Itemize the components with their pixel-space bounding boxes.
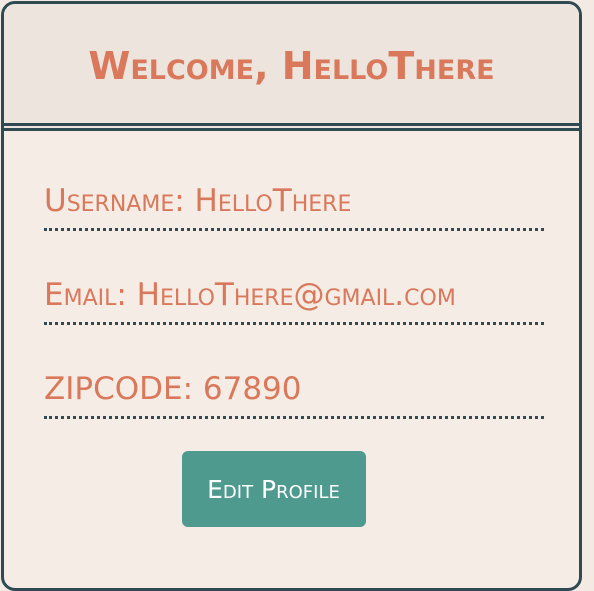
username-field: Username: HelloThere	[44, 181, 544, 231]
email-field: Email: HelloThere@gmail.com	[44, 275, 544, 325]
page-title: Welcome, HelloThere	[88, 43, 495, 88]
profile-details: Username: HelloThere Email: HelloThere@g…	[4, 181, 579, 527]
profile-card: Welcome, HelloThere Username: HelloThere…	[1, 1, 582, 591]
card-header: Welcome, HelloThere	[4, 4, 579, 131]
actions-row: Edit Profile	[44, 451, 539, 527]
zipcode-field: ZIPCODE: 67890	[44, 369, 544, 419]
edit-profile-button[interactable]: Edit Profile	[181, 451, 366, 527]
